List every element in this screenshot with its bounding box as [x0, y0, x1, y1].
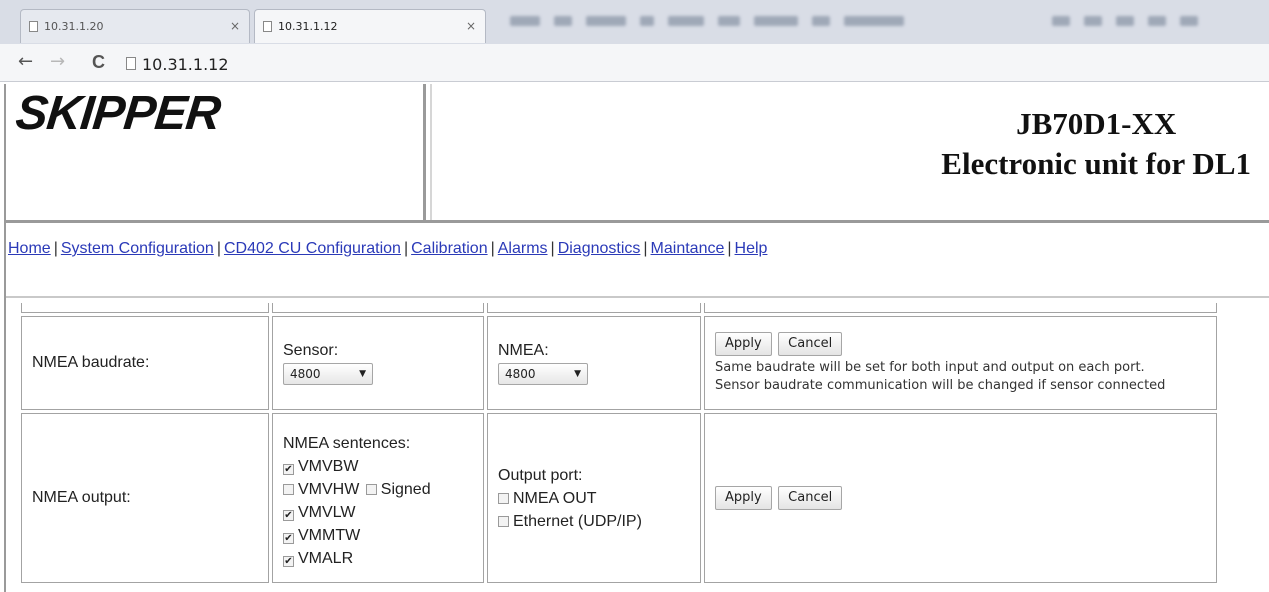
frame-divider	[430, 84, 432, 220]
checkbox-checked-icon[interactable]: ✔	[283, 464, 294, 475]
page-icon	[29, 21, 38, 32]
page-icon	[126, 57, 136, 70]
checkbox-vmalr[interactable]: ✔ VMALR	[283, 547, 473, 570]
config-table: NMEA baudrate: Sensor: 4800 ▼ NMEA: 4800…	[18, 300, 1220, 586]
page-icon	[263, 21, 272, 32]
menu-link-cd402-cu-configuration[interactable]: CD402 CU Configuration	[224, 240, 401, 257]
port-label: Ethernet (UDP/IP)	[513, 512, 642, 530]
frame-divider	[6, 296, 1269, 298]
browser-tab-strip: 10.31.1.20 × 10.31.1.12 ×	[0, 0, 1269, 44]
menu-separator: |	[550, 240, 555, 257]
port-label: NMEA OUT	[513, 489, 597, 507]
baudrate-note-1: Same baudrate will be set for both input…	[715, 359, 1145, 375]
baudrate-note-2: Sensor baudrate communication will be ch…	[715, 377, 1166, 393]
back-arrow-icon[interactable]: ←	[18, 53, 33, 71]
blurred-background-toolbar	[490, 6, 1269, 36]
menu-link-maintance[interactable]: Maintance	[651, 240, 725, 257]
cancel-button[interactable]: Cancel	[778, 331, 843, 356]
checkbox-vmmtw[interactable]: ✔ VMMTW	[283, 524, 473, 547]
main-menu: Home | System Configuration | CD402 CU Confi…	[8, 240, 767, 258]
menu-separator: |	[490, 240, 495, 257]
nmea-baud-select[interactable]: 4800 ▼	[498, 362, 588, 385]
baudrate-label: NMEA baudrate:	[21, 316, 269, 410]
sentence-label: VMVLW	[298, 504, 356, 521]
chevron-down-icon: ▼	[574, 368, 581, 379]
baudrate-actions-cell: Apply Cancel Same baudrate will be set f…	[704, 316, 1217, 410]
frame-divider	[6, 220, 1269, 223]
menu-separator: |	[727, 240, 732, 257]
sentences-cell: NMEA sentences: ✔ VMVBW VMVHW Signed ✔ VMV…	[272, 413, 484, 583]
close-icon[interactable]: ×	[230, 19, 240, 33]
apply-button[interactable]: Apply	[715, 486, 772, 510]
sensor-label: Sensor:	[283, 341, 339, 359]
sentences-label: NMEA sentences:	[283, 435, 411, 452]
tab-title: 10.31.1.12	[278, 20, 338, 33]
output-row: NMEA output: NMEA sentences: ✔ VMVBW VMVH…	[21, 413, 1217, 583]
menu-separator: |	[216, 240, 221, 257]
checkbox-nmea-out[interactable]: NMEA OUT	[498, 487, 690, 510]
menu-link-system-configuration[interactable]: System Configuration	[61, 240, 214, 257]
product-title: JB70D1-XX Electronic unit for DL1	[941, 104, 1251, 184]
cancel-button[interactable]: Cancel	[778, 486, 843, 510]
checkbox-checked-icon[interactable]: ✔	[283, 510, 294, 521]
reload-icon[interactable]: C	[92, 53, 105, 71]
nmea-baud-cell: NMEA: 4800 ▼	[487, 316, 701, 410]
checkbox-ethernet[interactable]: Ethernet (UDP/IP)	[498, 510, 690, 533]
tab-inactive[interactable]: 10.31.1.20 ×	[20, 9, 250, 43]
menu-link-calibration[interactable]: Calibration	[411, 240, 487, 257]
checkbox-vmvhw[interactable]: VMVHW Signed	[283, 478, 473, 501]
menu-separator: |	[643, 240, 648, 257]
sentence-label: VMVHW	[298, 481, 360, 498]
product-subtitle: Electronic unit for DL1	[941, 146, 1251, 181]
select-value: 4800	[290, 366, 321, 381]
menu-link-diagnostics[interactable]: Diagnostics	[558, 240, 641, 257]
signed-checkbox-icon[interactable]	[365, 484, 377, 495]
checkbox-unchecked-icon[interactable]	[283, 484, 294, 495]
output-label: NMEA output:	[21, 413, 269, 583]
tab-active[interactable]: 10.31.1.12 ×	[254, 9, 486, 43]
sentence-label: VMALR	[298, 550, 354, 567]
sentence-label: VMVBW	[298, 458, 359, 475]
forward-arrow-icon[interactable]: →	[50, 53, 65, 71]
skipper-logo: SKIPPER	[13, 87, 223, 140]
sentence-label: VMMTW	[298, 527, 361, 544]
checkbox-vmvbw[interactable]: ✔ VMVBW	[283, 455, 473, 478]
apply-button[interactable]: Apply	[715, 331, 772, 356]
output-port-cell: Output port: NMEA OUT Ethernet (UDP/IP)	[487, 413, 701, 583]
nmea-label: NMEA:	[498, 341, 549, 359]
table-row	[21, 303, 1217, 313]
select-value: 4800	[505, 366, 536, 381]
checkbox-unchecked-icon[interactable]	[498, 492, 509, 504]
close-icon[interactable]: ×	[466, 19, 476, 33]
baudrate-row: NMEA baudrate: Sensor: 4800 ▼ NMEA: 4800…	[21, 316, 1217, 410]
menu-link-home[interactable]: Home	[8, 240, 51, 257]
chevron-down-icon: ▼	[359, 368, 366, 379]
output-actions-cell: Apply Cancel	[704, 413, 1217, 583]
menu-separator: |	[403, 240, 409, 257]
browser-nav-bar: ← → C 10.31.1.12	[0, 44, 1269, 82]
sensor-baud-select[interactable]: 4800 ▼	[283, 362, 373, 385]
checkbox-checked-icon[interactable]: ✔	[283, 533, 294, 544]
sensor-baud-cell: Sensor: 4800 ▼	[272, 316, 484, 410]
checkbox-checked-icon[interactable]: ✔	[283, 556, 294, 567]
checkbox-unchecked-icon[interactable]	[498, 515, 509, 527]
model-name: JB70D1-XX	[1016, 106, 1177, 141]
menu-link-help[interactable]: Help	[735, 240, 768, 257]
output-port-label: Output port:	[498, 466, 583, 484]
menu-link-alarms[interactable]: Alarms	[498, 240, 548, 257]
tab-title: 10.31.1.20	[44, 20, 104, 33]
menu-separator: |	[53, 240, 58, 257]
signed-label: Signed	[380, 481, 431, 498]
address-bar[interactable]: 10.31.1.12	[142, 55, 229, 74]
checkbox-vmvlw[interactable]: ✔ VMVLW	[283, 501, 473, 524]
